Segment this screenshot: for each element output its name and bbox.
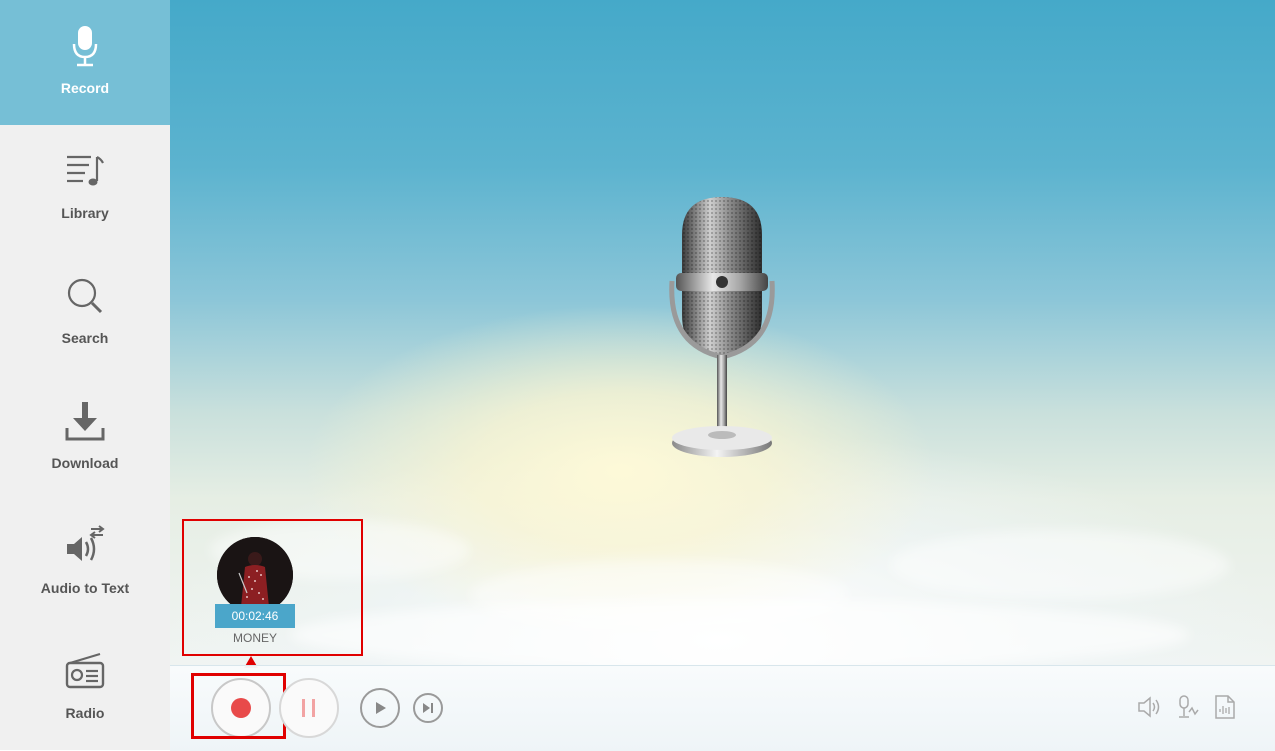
sidebar-item-label: Download bbox=[51, 455, 119, 471]
cloud bbox=[890, 530, 1230, 600]
pause-button[interactable] bbox=[279, 678, 339, 738]
radio-icon bbox=[63, 649, 107, 693]
sidebar-item-label: Radio bbox=[65, 705, 105, 721]
next-button[interactable] bbox=[413, 693, 443, 723]
microphone-settings-icon[interactable] bbox=[1174, 694, 1200, 720]
sidebar-item-label: Audio to Text bbox=[40, 580, 130, 596]
search-icon bbox=[63, 274, 107, 318]
music-list-icon bbox=[63, 149, 107, 193]
sidebar-item-radio[interactable]: Radio bbox=[0, 625, 170, 750]
sidebar: Record Library Search Download Audio to … bbox=[0, 0, 170, 750]
sidebar-item-library[interactable]: Library bbox=[0, 125, 170, 250]
pause-icon bbox=[302, 699, 315, 717]
sidebar-item-label: Library bbox=[61, 205, 109, 221]
download-icon bbox=[63, 399, 107, 443]
play-icon bbox=[376, 702, 386, 714]
play-button[interactable] bbox=[360, 688, 400, 728]
sidebar-item-audio-to-text[interactable]: Audio to Text bbox=[0, 500, 170, 625]
recording-title: MONEY bbox=[232, 631, 277, 645]
speaker-transfer-icon bbox=[63, 524, 107, 568]
recording-duration: 00:02:46 bbox=[215, 604, 295, 628]
cloud bbox=[290, 600, 1190, 665]
record-button-highlight bbox=[191, 673, 286, 739]
audio-file-icon[interactable] bbox=[1212, 694, 1238, 720]
sidebar-item-download[interactable]: Download bbox=[0, 375, 170, 500]
sidebar-item-record[interactable]: Record bbox=[0, 0, 170, 125]
skip-next-icon bbox=[423, 703, 433, 713]
microphone-icon bbox=[63, 24, 107, 68]
album-art-thumbnail[interactable] bbox=[217, 537, 293, 613]
sidebar-item-label: Record bbox=[60, 80, 110, 96]
volume-icon[interactable] bbox=[1137, 694, 1163, 720]
microphone-illustration-icon bbox=[669, 197, 775, 457]
sidebar-item-label: Search bbox=[61, 330, 109, 346]
sidebar-item-search[interactable]: Search bbox=[0, 250, 170, 375]
